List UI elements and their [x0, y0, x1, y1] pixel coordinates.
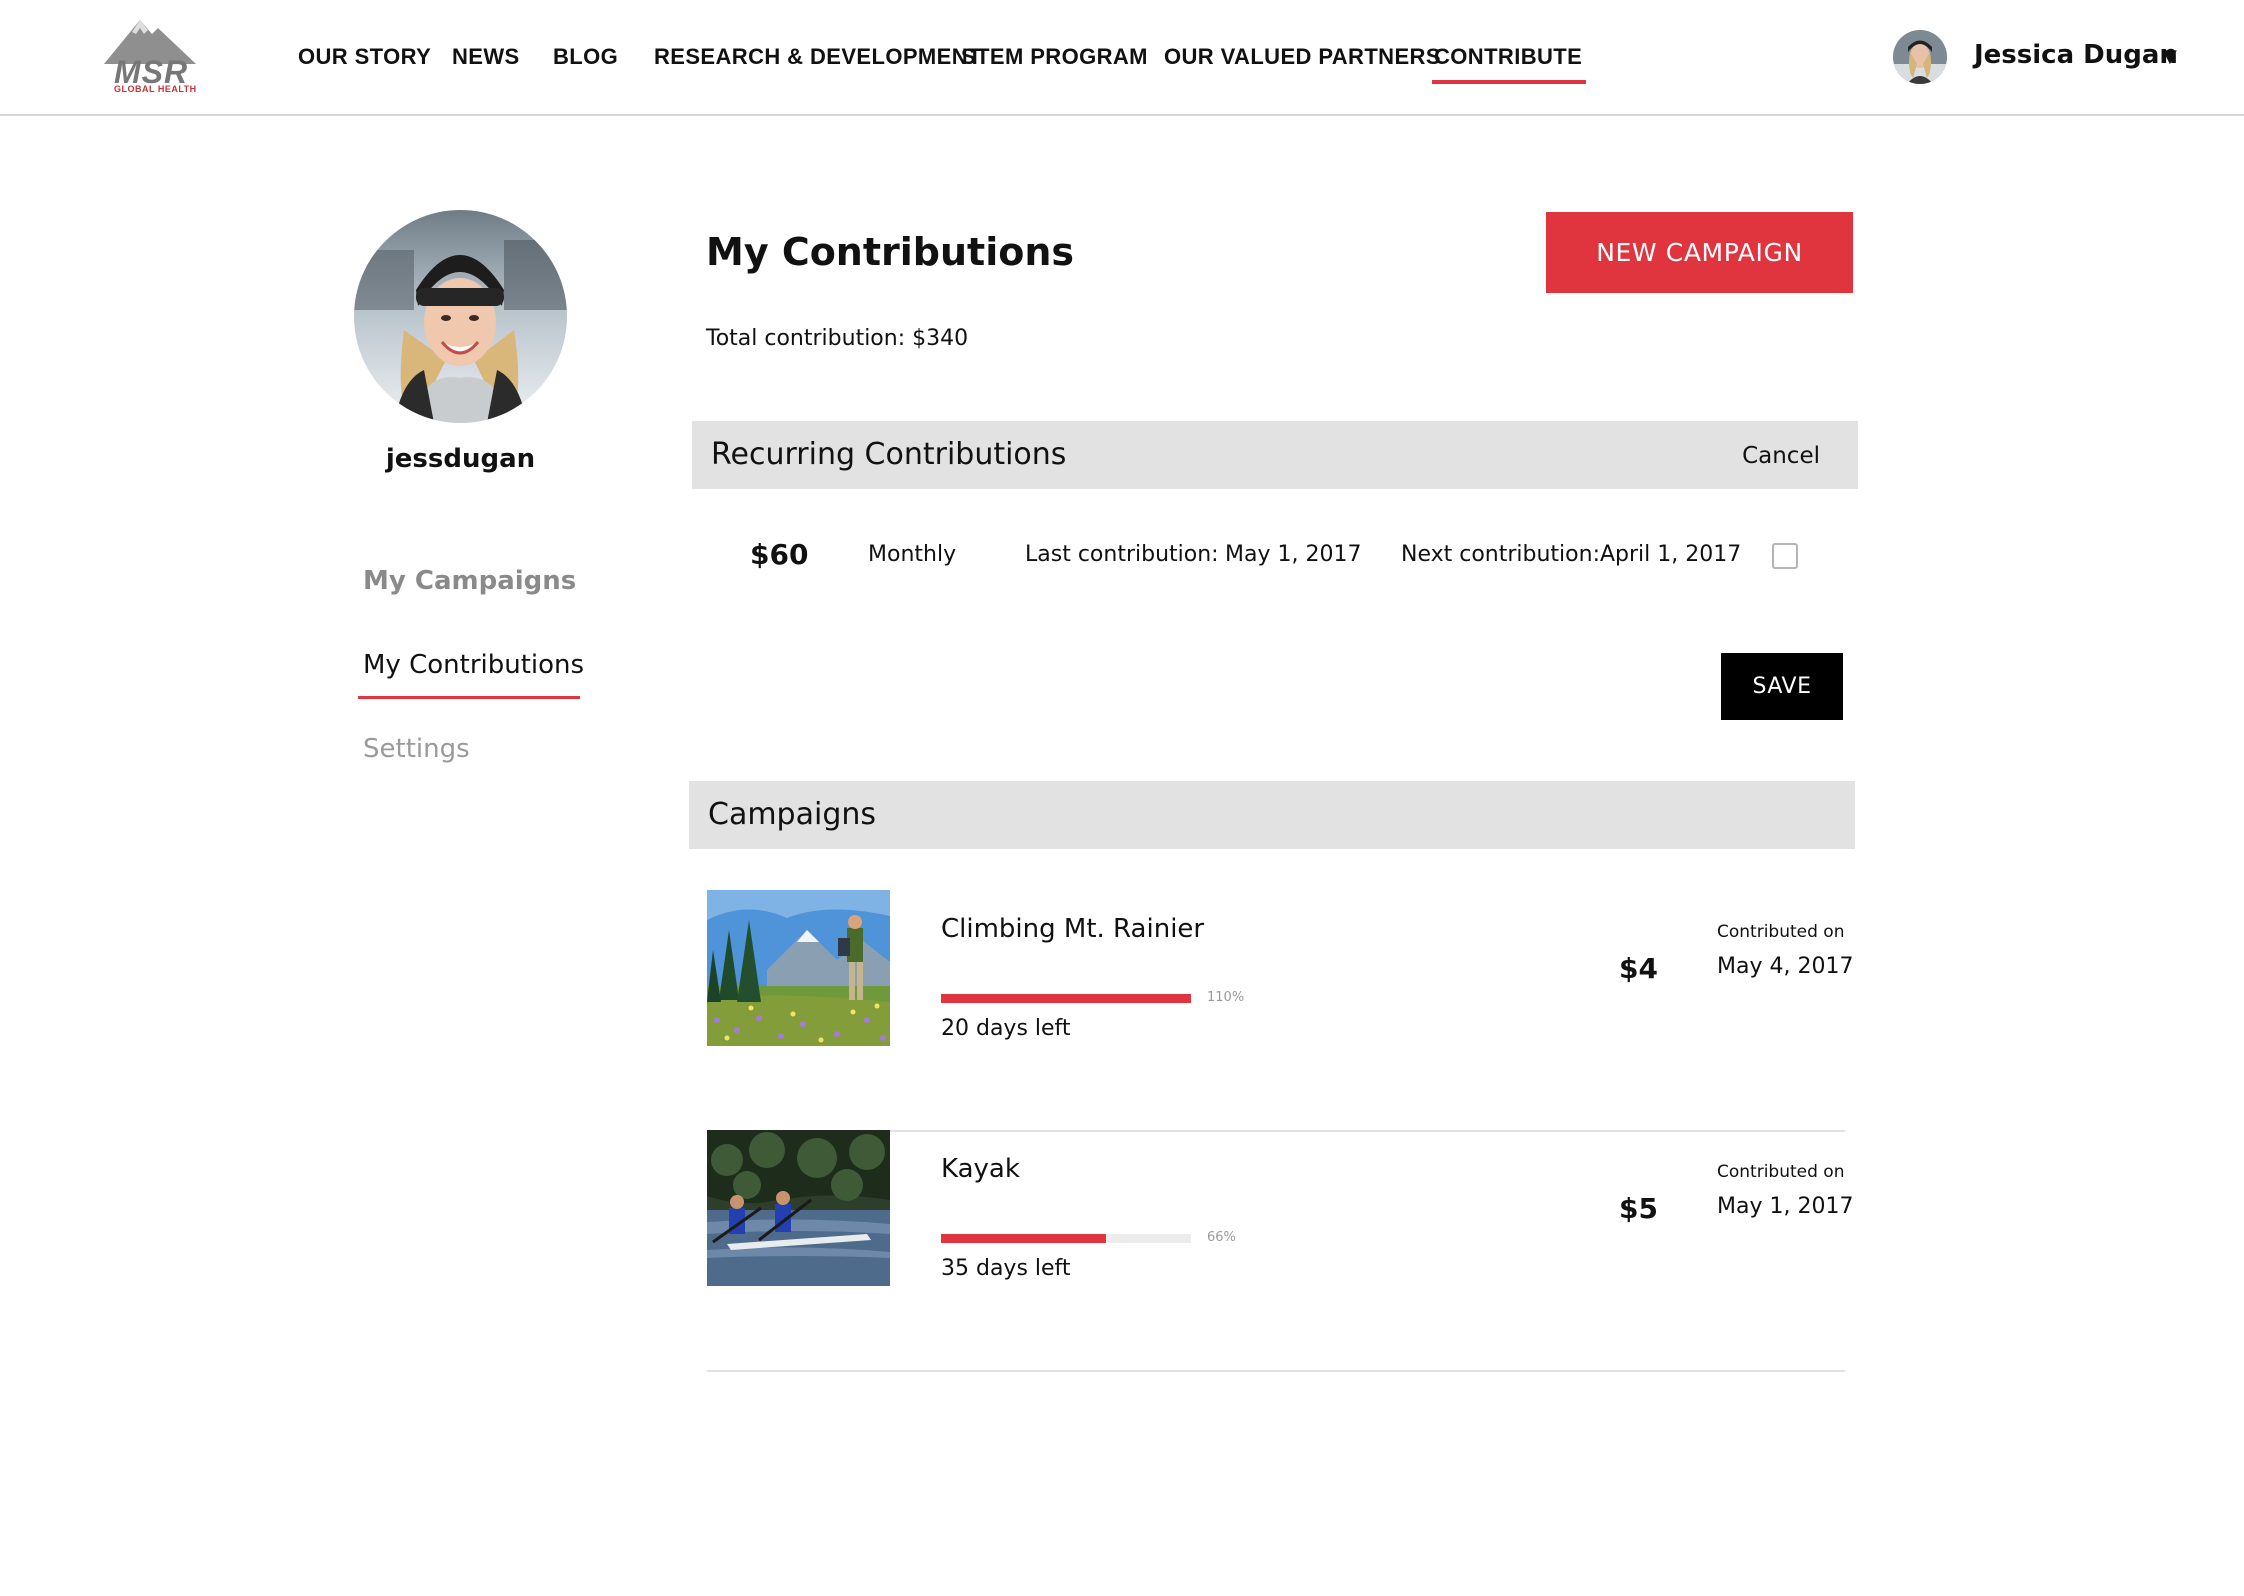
sidebar-item-settings[interactable]: Settings — [363, 734, 470, 764]
campaign-days-left: 35 days left — [941, 1256, 1071, 1281]
recurring-select-checkbox[interactable] — [1772, 543, 1798, 569]
msr-logo[interactable]: MSR GLOBAL HEALTH — [100, 20, 200, 96]
nav-research-development[interactable]: RESEARCH & DEVELOPMENT — [654, 42, 982, 72]
cancel-link[interactable]: Cancel — [1742, 443, 1820, 469]
campaign-name[interactable]: Climbing Mt. Rainier — [941, 914, 1204, 944]
campaigns-section-title: Campaigns — [708, 797, 877, 832]
contributed-on-label: Contributed on — [1717, 1162, 1845, 1182]
next-contribution-label: Next contribution: — [1401, 542, 1600, 567]
total-contribution: Total contribution: $340 — [706, 326, 969, 351]
last-contribution-label: Last contribution: — [1025, 542, 1219, 567]
campaign-progress-fill — [941, 994, 1191, 1003]
campaign-contribution-amount: $5 — [1619, 1192, 1658, 1225]
logo-subtext: GLOBAL HEALTH — [114, 84, 197, 94]
sidebar-item-my-contributions[interactable]: My Contributions — [357, 650, 584, 699]
recurring-contributions-header: Recurring Contributions Cancel — [692, 421, 1858, 489]
next-contribution-date: April 1, 2017 — [1600, 542, 1742, 567]
user-avatar[interactable] — [1893, 30, 1947, 84]
campaign-row[interactable]: Kayak 66% 35 days left $5 Contributed on… — [707, 1130, 1853, 1372]
top-header: MSR GLOBAL HEALTH OUR STORY NEWS BLOG RE… — [0, 0, 2244, 116]
user-name[interactable]: Jessica Dugan — [1974, 40, 2178, 70]
recurring-contribution-row: $60 Monthly Last contribution: May 1, 20… — [692, 530, 1858, 580]
sidebar-item-my-campaigns[interactable]: My Campaigns — [363, 566, 576, 596]
new-campaign-button[interactable]: NEW CAMPAIGN — [1546, 212, 1853, 293]
last-contribution-date: May 1, 2017 — [1225, 542, 1362, 567]
nav-our-story[interactable]: OUR STORY — [298, 42, 431, 72]
profile-photo — [354, 210, 567, 423]
nav-contribute[interactable]: CONTRIBUTE — [1431, 42, 1587, 84]
contributed-on-label: Contributed on — [1717, 922, 1845, 942]
nav-news[interactable]: NEWS — [452, 42, 520, 72]
campaign-days-left: 20 days left — [941, 1016, 1071, 1041]
nav-stem-program[interactable]: STEM PROGRAM — [961, 42, 1148, 72]
campaign-name[interactable]: Kayak — [941, 1154, 1020, 1184]
campaigns-header: Campaigns — [689, 781, 1855, 849]
contributed-on-date: May 1, 2017 — [1717, 1194, 1854, 1219]
contributed-on-date: May 4, 2017 — [1717, 954, 1854, 979]
recurring-frequency: Monthly — [868, 542, 957, 567]
recurring-section-title: Recurring Contributions — [711, 437, 1067, 472]
profile-username: jessdugan — [385, 444, 536, 474]
page-title: My Contributions — [706, 230, 1075, 274]
campaign-progress-percent: 66% — [1207, 1230, 1236, 1245]
nav-valued-partners[interactable]: OUR VALUED PARTNERS — [1164, 42, 1441, 72]
save-button[interactable]: SAVE — [1721, 653, 1843, 720]
campaign-progress-bar — [941, 994, 1191, 1003]
campaign-row[interactable]: Climbing Mt. Rainier 110% 20 days left $… — [707, 890, 1853, 1132]
nav-blog[interactable]: BLOG — [553, 42, 618, 72]
campaign-progress-percent: 110% — [1207, 990, 1245, 1005]
recurring-amount: $60 — [750, 538, 809, 571]
campaign-contribution-amount: $4 — [1619, 952, 1658, 985]
campaign-progress-bar — [941, 1234, 1191, 1243]
campaign-progress-fill — [941, 1234, 1106, 1243]
campaign-thumbnail[interactable] — [707, 890, 890, 1046]
caret-down-icon[interactable]: ▼ — [2163, 46, 2177, 67]
campaign-thumbnail[interactable] — [707, 1130, 890, 1286]
